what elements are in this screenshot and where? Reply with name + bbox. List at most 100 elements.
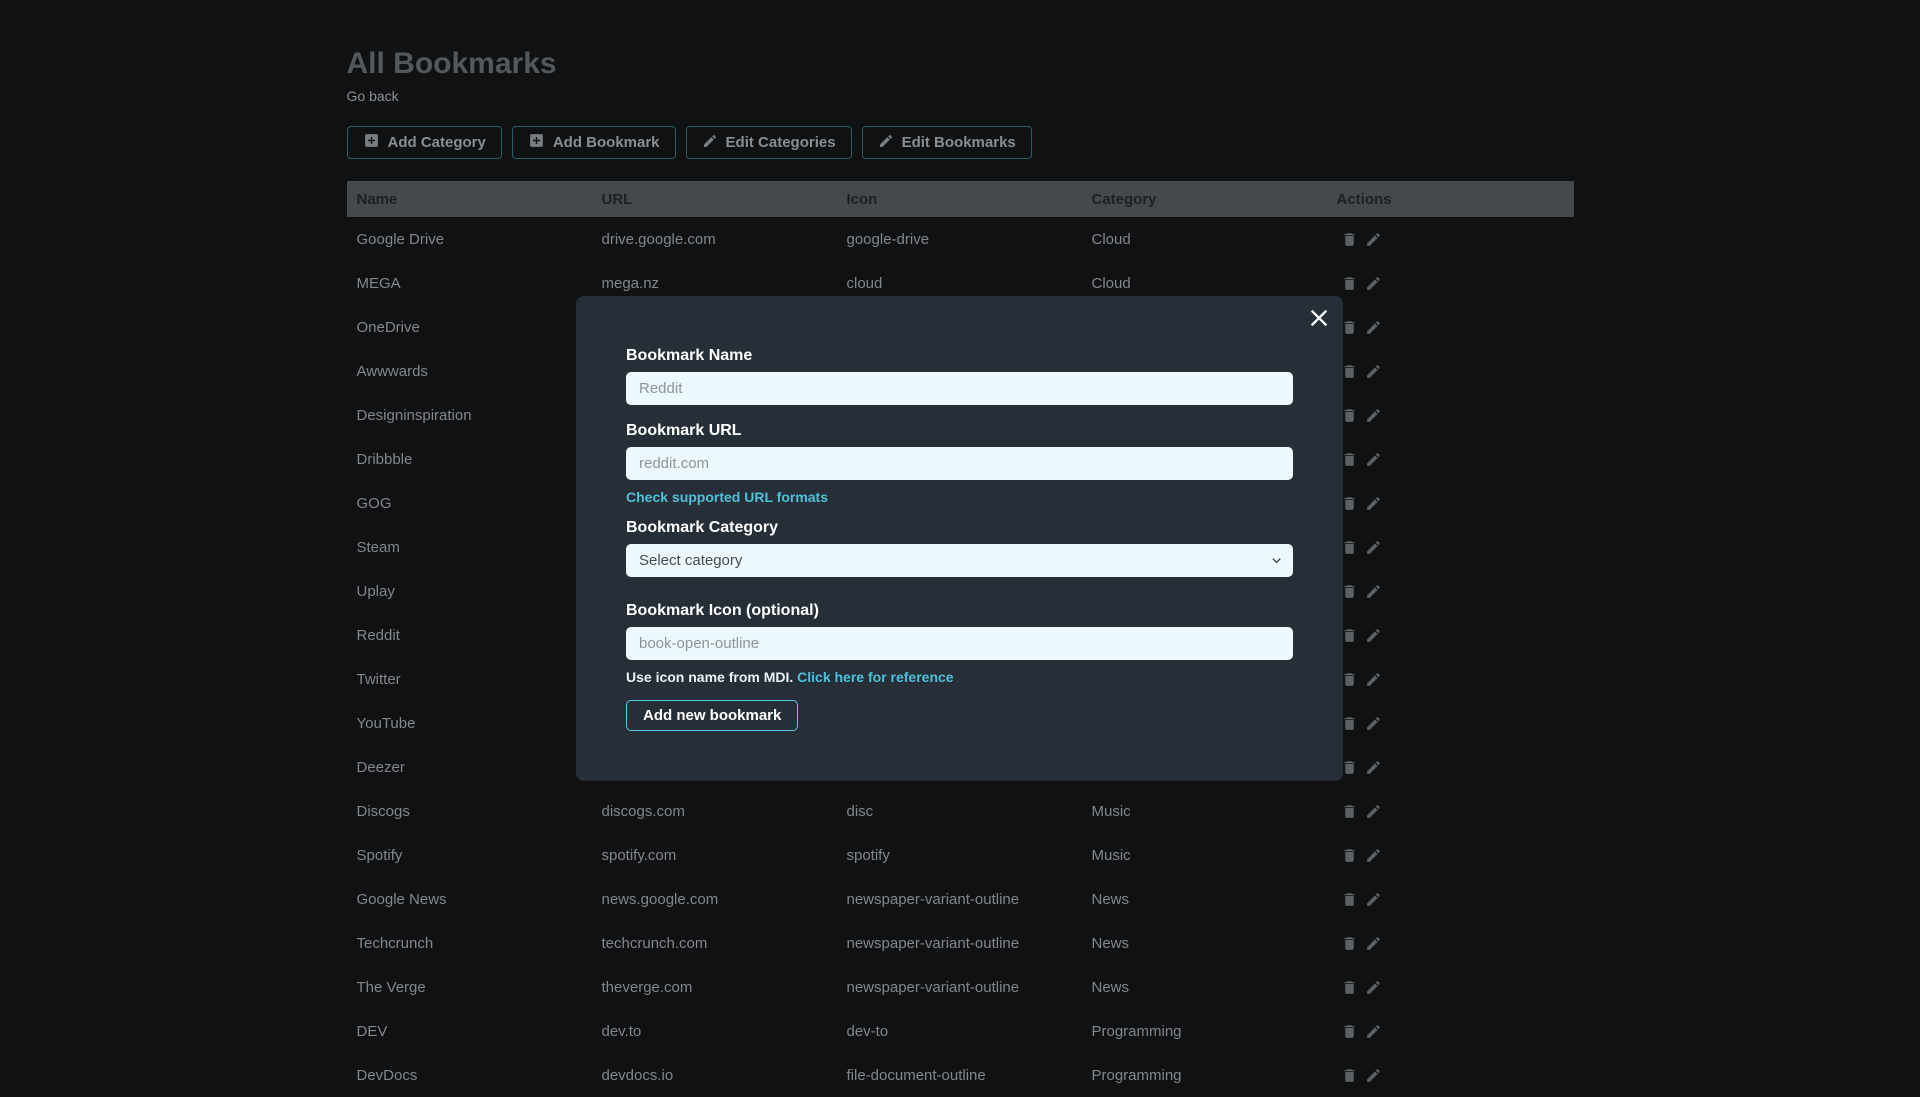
pencil-icon[interactable] bbox=[1365, 847, 1382, 864]
bookmark-category-cell: Programming bbox=[1082, 1067, 1327, 1084]
delete-icon[interactable] bbox=[1341, 979, 1358, 996]
bookmark-actions-cell bbox=[1327, 935, 1574, 952]
bookmark-actions-cell bbox=[1327, 759, 1574, 776]
delete-icon[interactable] bbox=[1341, 803, 1358, 820]
bookmark-url-cell: drive.google.com bbox=[592, 231, 837, 248]
bookmark-actions-cell bbox=[1327, 495, 1574, 512]
bookmark-name-cell: Dribbble bbox=[347, 451, 592, 468]
bookmark-url-input[interactable] bbox=[626, 447, 1293, 480]
pencil-icon[interactable] bbox=[1365, 935, 1382, 952]
delete-icon[interactable] bbox=[1341, 583, 1358, 600]
delete-icon[interactable] bbox=[1341, 759, 1358, 776]
edit-bookmarks-button[interactable]: Edit Bookmarks bbox=[862, 126, 1032, 159]
pencil-icon[interactable] bbox=[1365, 891, 1382, 908]
add-category-button[interactable]: Add Category bbox=[347, 126, 502, 159]
pencil-icon[interactable] bbox=[1365, 803, 1382, 820]
column-header-category: Category bbox=[1082, 191, 1327, 208]
column-header-icon: Icon bbox=[837, 191, 1082, 208]
add-category-label: Add Category bbox=[388, 134, 486, 151]
delete-icon[interactable] bbox=[1341, 671, 1358, 688]
delete-icon[interactable] bbox=[1341, 1067, 1358, 1084]
mdi-reference-link[interactable]: Click here for reference bbox=[797, 669, 953, 685]
bookmark-name-cell: OneDrive bbox=[347, 319, 592, 336]
bookmark-name-cell: Steam bbox=[347, 539, 592, 556]
edit-categories-button[interactable]: Edit Categories bbox=[686, 126, 852, 159]
bookmark-category-cell: Cloud bbox=[1082, 231, 1327, 248]
edit-categories-label: Edit Categories bbox=[726, 134, 836, 151]
pencil-icon[interactable] bbox=[1365, 627, 1382, 644]
table-row: Spotify spotify.com spotify Music bbox=[347, 833, 1574, 877]
pencil-icon[interactable] bbox=[1365, 583, 1382, 600]
delete-icon[interactable] bbox=[1341, 231, 1358, 248]
bookmark-name-cell: YouTube bbox=[347, 715, 592, 732]
bookmark-category-cell: News bbox=[1082, 891, 1327, 908]
pencil-icon[interactable] bbox=[1365, 275, 1382, 292]
url-formats-link[interactable]: Check supported URL formats bbox=[626, 490, 1293, 504]
bookmark-icon-label: Bookmark Icon (optional) bbox=[626, 602, 1293, 620]
delete-icon[interactable] bbox=[1341, 363, 1358, 380]
edit-bookmarks-label: Edit Bookmarks bbox=[902, 134, 1016, 151]
pencil-icon[interactable] bbox=[1365, 759, 1382, 776]
bookmark-name-cell: Deezer bbox=[347, 759, 592, 776]
delete-icon[interactable] bbox=[1341, 275, 1358, 292]
pencil-icon[interactable] bbox=[1365, 407, 1382, 424]
pencil-icon[interactable] bbox=[1365, 363, 1382, 380]
pencil-icon[interactable] bbox=[1365, 231, 1382, 248]
bookmark-url-cell: discogs.com bbox=[592, 803, 837, 820]
close-icon[interactable] bbox=[1305, 304, 1333, 332]
delete-icon[interactable] bbox=[1341, 847, 1358, 864]
go-back-link[interactable]: Go back bbox=[347, 88, 399, 104]
delete-icon[interactable] bbox=[1341, 319, 1358, 336]
add-bookmark-modal: Bookmark Name Bookmark URL Check support… bbox=[576, 296, 1343, 781]
delete-icon[interactable] bbox=[1341, 627, 1358, 644]
delete-icon[interactable] bbox=[1341, 539, 1358, 556]
delete-icon[interactable] bbox=[1341, 407, 1358, 424]
bookmark-actions-cell bbox=[1327, 319, 1574, 336]
pencil-icon[interactable] bbox=[1365, 715, 1382, 732]
bookmark-category-cell: Programming bbox=[1082, 1023, 1327, 1040]
bookmark-actions-cell bbox=[1327, 363, 1574, 380]
pencil-icon[interactable] bbox=[1365, 451, 1382, 468]
bookmark-icon-input[interactable] bbox=[626, 627, 1293, 660]
page-title: All Bookmarks bbox=[347, 46, 1574, 82]
delete-icon[interactable] bbox=[1341, 715, 1358, 732]
plus-box-icon bbox=[363, 132, 380, 153]
bookmark-name-cell: DevDocs bbox=[347, 1067, 592, 1084]
category-select[interactable]: Select category bbox=[626, 544, 1293, 577]
pencil-icon[interactable] bbox=[1365, 1067, 1382, 1084]
toolbar: Add Category Add Bookmark Edit Categorie… bbox=[347, 126, 1574, 159]
bookmark-url-label: Bookmark URL bbox=[626, 422, 1293, 440]
bookmark-actions-cell bbox=[1327, 275, 1574, 292]
bookmark-actions-cell bbox=[1327, 627, 1574, 644]
bookmark-actions-cell bbox=[1327, 715, 1574, 732]
delete-icon[interactable] bbox=[1341, 495, 1358, 512]
column-header-url: URL bbox=[592, 191, 837, 208]
delete-icon[interactable] bbox=[1341, 935, 1358, 952]
bookmark-name-cell: Uplay bbox=[347, 583, 592, 600]
pencil-icon[interactable] bbox=[1365, 495, 1382, 512]
table-row: Google Drive drive.google.com google-dri… bbox=[347, 217, 1574, 261]
bookmark-actions-cell bbox=[1327, 671, 1574, 688]
delete-icon[interactable] bbox=[1341, 1023, 1358, 1040]
bookmark-actions-cell bbox=[1327, 231, 1574, 248]
pencil-icon[interactable] bbox=[1365, 671, 1382, 688]
table-row: Discogs discogs.com disc Music bbox=[347, 789, 1574, 833]
add-bookmark-button[interactable]: Add Bookmark bbox=[512, 126, 676, 159]
delete-icon[interactable] bbox=[1341, 451, 1358, 468]
pencil-icon[interactable] bbox=[1365, 1023, 1382, 1040]
bookmark-category-cell: News bbox=[1082, 935, 1327, 952]
bookmark-category-cell: News bbox=[1082, 979, 1327, 996]
bookmark-name-cell: The Verge bbox=[347, 979, 592, 996]
pencil-icon[interactable] bbox=[1365, 539, 1382, 556]
bookmark-icon-cell: file-document-outline bbox=[837, 1067, 1082, 1084]
pencil-icon[interactable] bbox=[1365, 319, 1382, 336]
pencil-icon bbox=[702, 133, 718, 153]
bookmark-name-cell: Techcrunch bbox=[347, 935, 592, 952]
table-header-row: Name URL Icon Category Actions bbox=[347, 181, 1574, 217]
column-header-actions: Actions bbox=[1327, 191, 1574, 208]
bookmark-name-cell: GOG bbox=[347, 495, 592, 512]
bookmark-name-input[interactable] bbox=[626, 372, 1293, 405]
pencil-icon[interactable] bbox=[1365, 979, 1382, 996]
delete-icon[interactable] bbox=[1341, 891, 1358, 908]
add-new-bookmark-button[interactable]: Add new bookmark bbox=[626, 700, 798, 731]
